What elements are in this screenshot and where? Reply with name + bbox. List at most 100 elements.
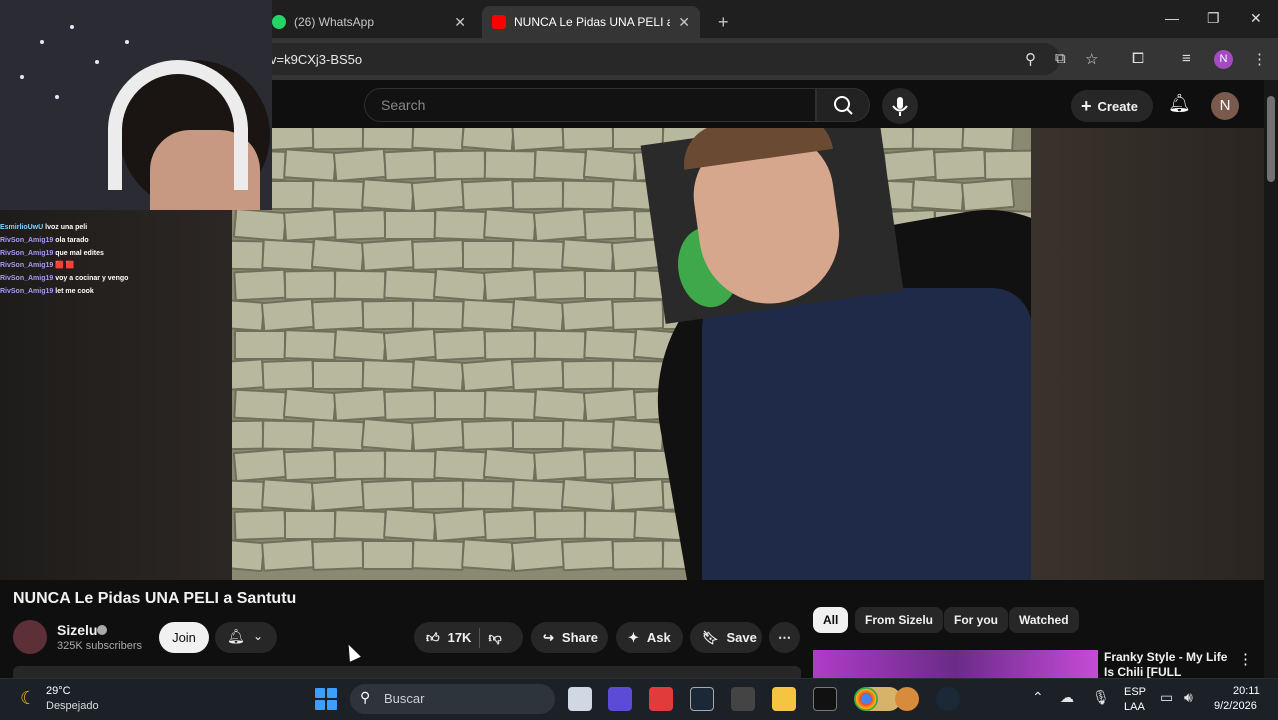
money-bundle: [261, 419, 315, 451]
tab-youtube[interactable]: NUNCA Le Pidas UNA PELI a Sa ✕: [482, 6, 700, 38]
epic-games-icon[interactable]: [813, 687, 837, 711]
description-box[interactable]: [13, 666, 801, 678]
search-input[interactable]: Search: [364, 88, 816, 122]
chat-username: RivSon_Amig19: [0, 287, 54, 295]
minimize-icon[interactable]: —: [1165, 10, 1179, 26]
app-icon[interactable]: [608, 687, 632, 711]
new-tab-button[interactable]: +: [708, 6, 739, 38]
ask-button[interactable]: ✦ Ask: [616, 622, 683, 653]
ask-label: Ask: [646, 630, 671, 645]
money-bundle: [311, 298, 365, 332]
channel-avatar[interactable]: [13, 620, 47, 654]
steam-icon[interactable]: [690, 687, 714, 711]
money-bundle: [582, 387, 638, 423]
search-icon: [834, 96, 853, 115]
webcam-overlay: [0, 0, 272, 210]
chat-text: 🟥 🟥: [55, 262, 75, 270]
microphone-icon[interactable]: 🎙︎: [1092, 689, 1110, 706]
taskbar-search[interactable]: ⚲ Buscar: [350, 684, 901, 714]
channel-name[interactable]: Sizelu: [57, 622, 97, 638]
money-bundle: [561, 538, 615, 572]
dislike-button[interactable]: 👎︎: [488, 630, 501, 646]
account-avatar[interactable]: N: [1211, 92, 1239, 120]
tab-whatsapp[interactable]: (26) WhatsApp ✕: [262, 6, 476, 38]
money-bundle: [232, 207, 288, 243]
game-app-icon[interactable]: [649, 687, 673, 711]
close-window-icon[interactable]: ✕: [1250, 10, 1262, 27]
chevron-up-icon[interactable]: ⌃: [1032, 689, 1044, 706]
recommendation-title[interactable]: Franky Style - My Life Is Chili [FULL MI…: [1104, 650, 1234, 678]
keyboard-layout[interactable]: LAA: [1124, 701, 1145, 713]
extensions-icon[interactable]: ⧠: [1132, 50, 1144, 67]
chat-text: que mal edites: [55, 249, 104, 257]
chip-watched[interactable]: Watched: [1009, 607, 1079, 633]
clock-time[interactable]: 20:11: [1233, 685, 1260, 697]
network-icon[interactable]: ▭: [1160, 689, 1173, 706]
money-bundle: [961, 128, 1015, 152]
money-bundle: [483, 329, 537, 361]
money-bundle: [510, 297, 566, 333]
weather-temperature[interactable]: 29°C: [46, 685, 71, 697]
scroll-thumb[interactable]: [1267, 96, 1275, 182]
money-bundle: [560, 477, 616, 513]
money-bundle: [333, 269, 387, 301]
recommendation-menu-icon[interactable]: ⋮: [1238, 650, 1253, 668]
money-bundle: [261, 238, 315, 272]
app-icon[interactable]: [895, 687, 919, 711]
sweater-shape: [702, 288, 1031, 580]
money-bundle: [361, 359, 415, 391]
windows-start-icon[interactable]: [315, 688, 337, 710]
zoom-icon[interactable]: ⚲: [1025, 50, 1036, 68]
task-view-icon[interactable]: [568, 687, 592, 711]
more-actions-button[interactable]: ⋯: [769, 622, 800, 653]
media-control-icon[interactable]: ≡: [1182, 50, 1191, 67]
like-button[interactable]: 👍︎ 17K: [426, 630, 471, 646]
close-tab-icon[interactable]: ✕: [454, 14, 466, 31]
browser-menu-icon[interactable]: ⋮: [1252, 50, 1267, 68]
weather-description[interactable]: Despejado: [46, 700, 99, 712]
share-button[interactable]: ↪ Share: [531, 622, 608, 653]
save-label: Save: [726, 630, 757, 645]
chat-text: let me cook: [55, 287, 94, 295]
bookmark-star-icon[interactable]: ☆: [1085, 50, 1098, 68]
chip-all[interactable]: All: [813, 607, 849, 633]
volume-icon[interactable]: 🔊︎: [1184, 689, 1193, 706]
app-icon[interactable]: [731, 687, 755, 711]
save-button[interactable]: 🔖︎ Save: [690, 622, 762, 653]
file-explorer-icon[interactable]: [772, 687, 796, 711]
subscription-bell-button[interactable]: 🔔︎ ⌄: [215, 622, 277, 653]
keyboard-language[interactable]: ESP: [1124, 686, 1146, 698]
windows-taskbar: ☾ 29°C Despejado ⚲ Buscar ⌃ ☁ 🎙︎ ESP LAA…: [0, 678, 1278, 720]
money-bundle: [460, 357, 516, 393]
clock-date[interactable]: 9/2/2026: [1214, 700, 1257, 712]
recommendation-thumbnail[interactable]: [813, 650, 1098, 678]
money-bundle: [483, 508, 537, 542]
restore-icon[interactable]: ❐: [1207, 10, 1220, 27]
steam-icon[interactable]: [936, 687, 960, 711]
chat-message: RivSon_Amig19 que mal edites: [0, 248, 230, 261]
money-bundle: [411, 239, 465, 271]
address-bar[interactable]: v=k9CXj3-BS5o: [260, 43, 1060, 75]
chrome-icon[interactable]: [854, 687, 878, 711]
money-bundle: [510, 537, 566, 573]
money-bundle: [233, 388, 287, 422]
video-title: NUNCA Le Pidas UNA PELI a Santutu: [13, 590, 297, 607]
create-button[interactable]: + Create: [1071, 90, 1153, 122]
chip-for-you[interactable]: For you: [944, 607, 1008, 633]
close-tab-icon[interactable]: ✕: [678, 14, 690, 31]
notifications-bell-icon[interactable]: 🔔︎: [1168, 93, 1191, 114]
voice-search-button[interactable]: [882, 88, 918, 124]
subscriber-count: 325K subscribers: [57, 640, 142, 652]
cloud-icon[interactable]: ☁: [1060, 689, 1074, 706]
search-button[interactable]: [816, 88, 870, 122]
money-bundle: [333, 388, 387, 422]
install-app-icon[interactable]: ⧉: [1055, 50, 1066, 67]
page-scrollbar[interactable]: [1264, 80, 1278, 678]
fairy-light: [20, 75, 24, 79]
join-button[interactable]: Join: [159, 622, 209, 653]
microphone-icon: [892, 97, 908, 116]
browser-profile-avatar[interactable]: N: [1214, 50, 1233, 69]
money-bundle: [411, 418, 465, 452]
moon-weather-icon[interactable]: ☾: [20, 688, 36, 709]
chip-from-sizelu[interactable]: From Sizelu: [855, 607, 944, 633]
